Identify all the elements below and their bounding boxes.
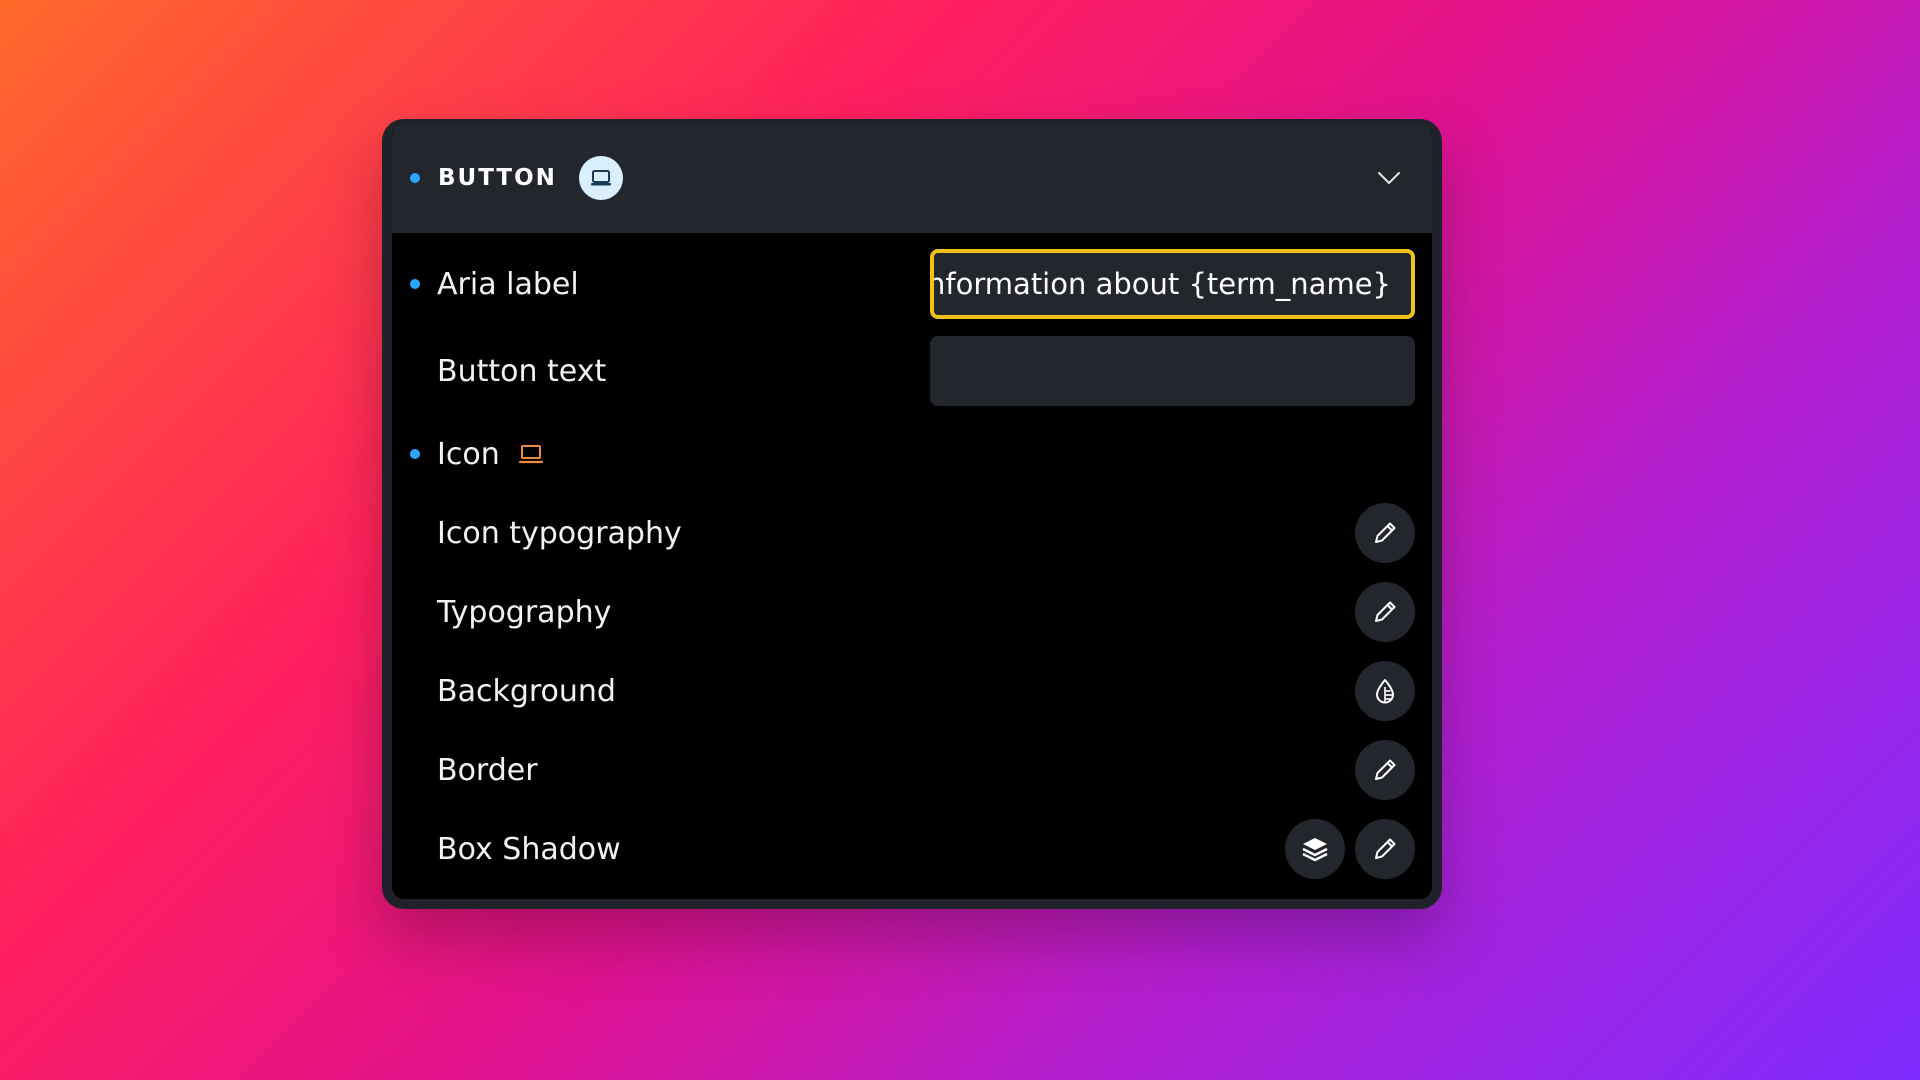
modified-indicator-dot bbox=[410, 279, 420, 289]
aria-label-value: nformation about {term_name} bbox=[930, 267, 1391, 301]
modified-indicator-dot bbox=[410, 449, 420, 459]
chevron-down-icon[interactable] bbox=[1376, 165, 1402, 191]
background-label: Background bbox=[437, 673, 616, 709]
button-text-input[interactable] bbox=[930, 336, 1415, 406]
row-aria-label: Aria label nformation about {term_name} bbox=[392, 249, 1432, 319]
aria-label-label: Aria label bbox=[437, 266, 579, 302]
pencil-icon[interactable] bbox=[1355, 582, 1415, 642]
row-typography: Typography bbox=[392, 577, 1432, 647]
row-icon: Icon bbox=[392, 419, 1432, 489]
icon-label-wrap: Icon bbox=[437, 437, 544, 472]
panel-header[interactable]: BUTTON bbox=[392, 123, 1432, 233]
row-button-text: Button text bbox=[392, 336, 1432, 406]
pencil-icon[interactable] bbox=[1355, 819, 1415, 879]
laptop-icon[interactable] bbox=[518, 443, 544, 465]
row-box-shadow: Box Shadow bbox=[392, 814, 1432, 884]
droplet-icon[interactable] bbox=[1355, 661, 1415, 721]
panel-title: BUTTON bbox=[438, 165, 557, 191]
pencil-icon[interactable] bbox=[1355, 740, 1415, 800]
layers-icon[interactable] bbox=[1285, 819, 1345, 879]
box-shadow-label: Box Shadow bbox=[437, 831, 621, 867]
border-label: Border bbox=[437, 752, 538, 788]
aria-label-input[interactable]: nformation about {term_name} bbox=[930, 249, 1415, 319]
button-text-label: Button text bbox=[437, 353, 607, 389]
button-settings-panel: BUTTON Aria label nformation about {term… bbox=[382, 119, 1442, 909]
modified-indicator-dot bbox=[410, 173, 420, 183]
pencil-icon[interactable] bbox=[1355, 503, 1415, 563]
laptop-icon[interactable] bbox=[578, 156, 623, 200]
row-background: Background bbox=[392, 656, 1432, 726]
icon-label: Icon bbox=[437, 436, 500, 472]
icon-typography-label: Icon typography bbox=[437, 515, 682, 551]
row-border: Border bbox=[392, 735, 1432, 805]
typography-label: Typography bbox=[437, 594, 612, 630]
row-icon-typography: Icon typography bbox=[392, 498, 1432, 568]
